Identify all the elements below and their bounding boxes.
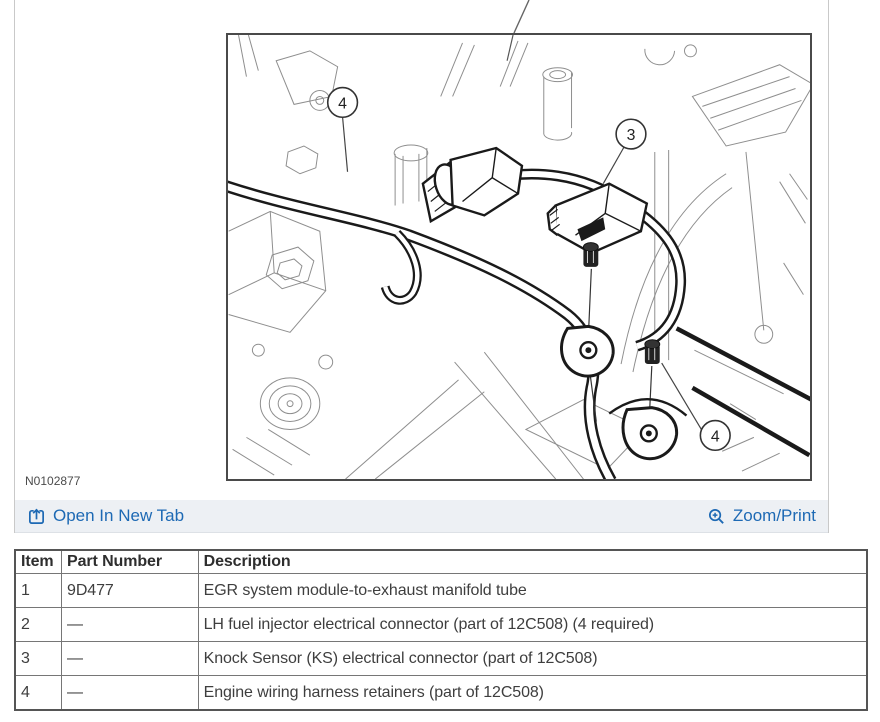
parts-table-header-row: Item Part Number Description	[14, 549, 868, 574]
cell-description: Engine wiring harness retainers (part of…	[197, 675, 868, 711]
table-row: 3 — Knock Sensor (KS) electrical connect…	[14, 641, 868, 676]
open-in-new-tab-icon	[28, 508, 45, 524]
header-item: Item	[14, 549, 63, 574]
zoom-print-label: Zoom/Print	[732, 506, 816, 525]
knock-sensor-connector	[546, 182, 649, 255]
cell-description: EGR system module-to-exhaust manifold tu…	[197, 573, 868, 608]
zoom-print-link[interactable]: Zoom/Print	[707, 506, 816, 526]
egr-tube	[675, 326, 810, 458]
cell-part-number: —	[61, 675, 199, 711]
cell-description: LH fuel injector electrical connector (p…	[197, 607, 868, 642]
table-row: 4 — Engine wiring harness retainers (par…	[14, 675, 868, 711]
content-frame-right-border	[828, 0, 829, 533]
cell-part-number: —	[61, 641, 199, 676]
open-in-new-tab-link[interactable]: Open In New Tab	[27, 506, 184, 526]
engine-background-linework	[228, 35, 810, 479]
engine-diagram-drawing: 4 3 4	[228, 35, 810, 479]
cell-part-number: 9D477	[61, 573, 199, 608]
parts-table: Item Part Number Description 1 9D477 EGR…	[14, 549, 868, 711]
cell-item: 3	[14, 641, 63, 676]
svg-text:4: 4	[711, 428, 720, 445]
cell-item: 1	[14, 573, 63, 608]
svg-text:4: 4	[338, 95, 347, 112]
cell-description: Knock Sensor (KS) electrical connector (…	[197, 641, 868, 676]
svg-text:3: 3	[627, 127, 636, 144]
fuel-injector-connector	[421, 146, 524, 224]
harness-retainer-clips	[560, 324, 688, 461]
cell-item: 2	[14, 607, 63, 642]
figure-toolbar: Open In New Tab Zoom/Print	[15, 500, 828, 533]
callouts: 4 3 4	[326, 86, 731, 452]
callout-leader-above-frame	[513, 0, 530, 33]
table-row: 2 — LH fuel injector electrical connecto…	[14, 607, 868, 642]
header-part-number: Part Number	[61, 549, 199, 574]
content-frame-left-border	[14, 0, 15, 533]
cell-item: 4	[14, 675, 63, 711]
magnifier-plus-icon	[708, 508, 724, 524]
cell-part-number: —	[61, 607, 199, 642]
figure-id-label: N0102877	[25, 474, 81, 488]
table-row: 1 9D477 EGR system module-to-exhaust man…	[14, 573, 868, 608]
header-description: Description	[197, 549, 868, 574]
figure-image: 4 3 4	[226, 33, 812, 481]
manual-viewer-page: 4 3 4 N0102877 Open In New Tab Zoom/Prin…	[0, 0, 880, 722]
open-in-new-tab-label: Open In New Tab	[53, 506, 185, 525]
